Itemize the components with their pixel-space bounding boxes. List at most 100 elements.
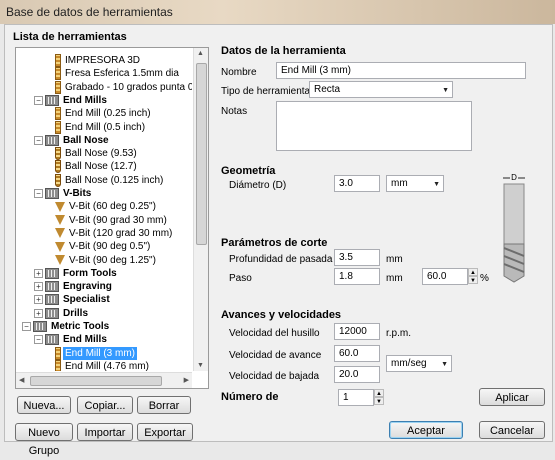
tree-item[interactable]: − Metric Tools <box>22 320 111 333</box>
spindle-speed-label: Velocidad del husillo <box>229 328 320 339</box>
copy-tool-button[interactable]: Copiar... <box>77 396 133 414</box>
new-tool-button[interactable]: Nueva... <box>17 396 71 414</box>
tree-item[interactable]: − End Mills <box>34 94 109 107</box>
tree-item[interactable]: V-Bit (60 deg 0.25") <box>46 200 158 213</box>
diameter-input[interactable]: 3.0 <box>334 175 380 192</box>
tree-item-label: IMPRESORA 3D <box>65 55 141 66</box>
accept-button[interactable]: Aceptar <box>389 421 463 439</box>
tree-item-label: Metric Tools <box>51 321 110 332</box>
collapse-icon[interactable]: − <box>34 95 43 105</box>
horizontal-scroll-thumb[interactable] <box>30 376 162 386</box>
scroll-down-icon[interactable]: ▼ <box>197 362 204 369</box>
tree-item-label: V-Bit (120 grad 30 mm) <box>69 227 173 239</box>
tree-item[interactable]: End Mill (0.5 inch) <box>46 120 147 134</box>
tool-tree[interactable]: IMPRESORA 3D Fresa Esferica 1.5mm dia Grab… <box>15 47 209 389</box>
collapse-icon[interactable]: − <box>22 322 31 331</box>
folder-icon <box>45 267 59 279</box>
tree-item-label: Ball Nose (12.7) <box>65 161 137 173</box>
notes-textarea[interactable] <box>276 101 472 151</box>
stepover-spinner[interactable]: ▲ ▼ <box>468 268 478 285</box>
tree-item[interactable]: − End Mills <box>34 333 109 346</box>
notes-label: Notas <box>221 106 248 117</box>
tree-item-label: Ball Nose <box>63 134 109 146</box>
folder-icon <box>45 134 59 146</box>
tool-number-input[interactable]: 1 <box>338 389 374 406</box>
scroll-right-icon[interactable]: ▶ <box>184 376 189 384</box>
tree-item[interactable]: V-Bit (120 grad 30 mm) <box>46 227 174 240</box>
tree-item-label: Ball Nose (9.53) <box>65 148 137 160</box>
tool-type-label: Tipo de herramienta <box>221 86 311 97</box>
spin-down-icon[interactable]: ▼ <box>468 276 478 284</box>
plunge-rate-input[interactable]: 20.0 <box>334 366 380 383</box>
tree-item[interactable]: − Ball Nose <box>34 134 111 147</box>
tree-item[interactable]: End Mill (0.25 inch) <box>46 107 153 121</box>
expand-icon[interactable]: + <box>34 308 43 318</box>
tree-item-label: V-Bit (90 grad 30 mm) <box>69 214 167 226</box>
tool-name-input[interactable]: End Mill (3 mm) <box>276 62 526 79</box>
spin-up-icon[interactable]: ▲ <box>374 389 384 397</box>
end-mill-icon <box>55 107 61 121</box>
v-bit-icon <box>55 228 65 239</box>
tree-item-label: Drills <box>63 307 89 319</box>
tree-item[interactable]: V-Bit (90 deg 0.5") <box>46 240 152 253</box>
tree-item[interactable]: Ball Nose (12.7) <box>46 160 139 174</box>
apply-button[interactable]: Aplicar <box>479 388 545 406</box>
tree-item-selected[interactable]: End Mill (3 mm) <box>46 345 139 361</box>
stepover-label: Paso <box>229 273 252 284</box>
spindle-speed-input[interactable]: 12000 <box>334 323 380 340</box>
spin-down-icon[interactable]: ▼ <box>374 397 384 405</box>
tree-item[interactable]: Grabado - 10 grados punta 0.4 <box>46 80 192 94</box>
window-title: Base de datos de herramientas <box>6 5 173 19</box>
scroll-left-icon[interactable]: ◀ <box>19 376 24 384</box>
diameter-unit-select[interactable]: mm <box>386 175 444 192</box>
export-button[interactable]: Exportar <box>137 423 193 441</box>
tool-list-label: Lista de herramientas <box>13 31 127 43</box>
expand-icon[interactable]: + <box>34 268 43 278</box>
tree-item[interactable]: + Specialist <box>34 293 112 306</box>
collapse-icon[interactable]: − <box>34 189 43 198</box>
vertical-scroll-thumb[interactable] <box>196 63 207 245</box>
scroll-up-icon[interactable]: ▲ <box>197 50 204 57</box>
expand-icon[interactable]: + <box>34 282 43 292</box>
tool-type-select[interactable]: Recta <box>309 81 453 98</box>
end-mill-icon <box>55 54 61 67</box>
ball-nose-icon <box>55 147 61 161</box>
new-group-button[interactable]: Nuevo Grupo <box>15 423 73 457</box>
tree-item[interactable]: Ball Nose (0.125 inch) <box>46 173 165 187</box>
tree-vertical-scrollbar[interactable]: ▲ ▼ <box>193 48 208 371</box>
spindle-speed-unit: r.p.m. <box>386 328 412 339</box>
import-button[interactable]: Importar <box>77 423 133 441</box>
folder-icon <box>45 294 59 306</box>
delete-tool-button[interactable]: Borrar <box>137 396 191 414</box>
tree-item[interactable]: + Form Tools <box>34 267 119 280</box>
tree-item[interactable]: IMPRESORA 3D <box>46 54 142 67</box>
depth-per-pass-label: Profundidad de pasada <box>229 254 333 265</box>
tree-item[interactable]: + Engraving <box>34 280 114 293</box>
tree-item[interactable]: Ball Nose (9.53) <box>46 147 139 161</box>
tree-item[interactable]: Fresa Esferica 1.5mm dia <box>46 67 181 81</box>
depth-per-pass-input[interactable]: 3.5 <box>334 249 380 266</box>
tree-item[interactable]: + Drills <box>34 307 90 320</box>
tree-item[interactable]: − V-Bits <box>34 187 93 200</box>
depth-unit: mm <box>386 254 403 265</box>
diameter-diagram-label: D <box>511 173 517 182</box>
tree-item[interactable]: V-Bit (90 grad 30 mm) <box>46 214 169 227</box>
spin-up-icon[interactable]: ▲ <box>468 268 478 276</box>
collapse-icon[interactable]: − <box>34 135 43 145</box>
tool-number-spinner[interactable]: ▲ ▼ <box>374 389 384 406</box>
collapse-icon[interactable]: − <box>34 335 43 345</box>
expand-icon[interactable]: + <box>34 295 43 305</box>
tree-horizontal-scrollbar[interactable]: ◀ ▶ <box>16 372 192 388</box>
percent-unit: % <box>480 273 489 284</box>
feed-unit-select[interactable]: mm/seg <box>386 355 452 372</box>
tree-item-label: V-Bit (60 deg 0.25") <box>69 201 156 213</box>
cancel-button[interactable]: Cancelar <box>479 421 545 439</box>
feed-rate-input[interactable]: 60.0 <box>334 345 380 362</box>
stepover-input[interactable]: 1.8 <box>334 268 380 285</box>
tree-item-label: End Mill (4.76 mm) <box>65 360 149 371</box>
tool-type-value: Recta <box>314 84 341 95</box>
stepover-percent-input[interactable]: 60.0 <box>422 268 468 285</box>
tree-item[interactable]: End Mill (4.76 mm) <box>46 359 151 371</box>
tree-item[interactable]: V-Bit (90 deg 1.25") <box>46 254 158 267</box>
tool-number-heading: Número de <box>221 391 279 403</box>
